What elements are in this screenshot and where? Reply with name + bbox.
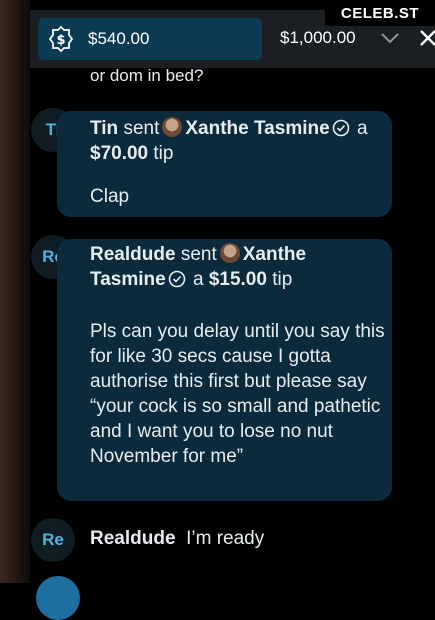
recipient-avatar-icon [162,117,183,137]
tip-coin-icon: $ [46,24,76,54]
verified-badge-icon [168,270,185,288]
message-text: Pls can you delay until you say this for… [90,321,385,467]
selected-tip-amount[interactable]: $ $540.00 [38,18,262,60]
recipient-name-first[interactable]: Xanthe [243,244,306,265]
article: a [192,269,204,290]
article: a [356,118,368,139]
svg-text:$: $ [56,33,65,48]
background-edge [0,0,30,583]
chevron-down-icon[interactable] [380,30,400,46]
message-text: I’m ready [186,528,265,549]
sender-name[interactable]: Tin [90,118,118,139]
sender-name[interactable]: Realdude [90,528,176,549]
avatar[interactable]: Re [31,518,75,562]
close-icon[interactable] [418,28,435,48]
tip-option-1000[interactable]: $1,000.00 [280,28,356,48]
sent-label: sent [180,244,217,265]
sent-label: sent [123,118,160,139]
tip-amount: $70.00 [90,143,149,164]
verified-badge-icon [332,119,349,137]
tip-message-bubble: Realdude sent Xanthe Tasmine a $15.00 tip… [57,239,392,501]
tip-message-bubble: Tin sent Xanthe Tasmine a $70.00 tip Clap [57,111,392,217]
sender-name[interactable]: Realdude [90,244,176,265]
watermark: CELEB.ST [325,0,435,26]
chat-message: Realdude I’m ready [90,528,264,550]
selected-tip-label: $540.00 [88,29,150,48]
recipient-avatar-icon [219,243,240,263]
tip-label: tip [272,269,293,290]
tip-label: tip [153,143,174,164]
recipient-name[interactable]: Xanthe Tasmine [185,118,329,139]
recipient-name-last[interactable]: Tasmine [90,269,166,290]
previous-message-tail: or dom in bed? [90,66,204,85]
tip-amount: $15.00 [208,269,267,290]
message-text: Clap [90,186,130,207]
